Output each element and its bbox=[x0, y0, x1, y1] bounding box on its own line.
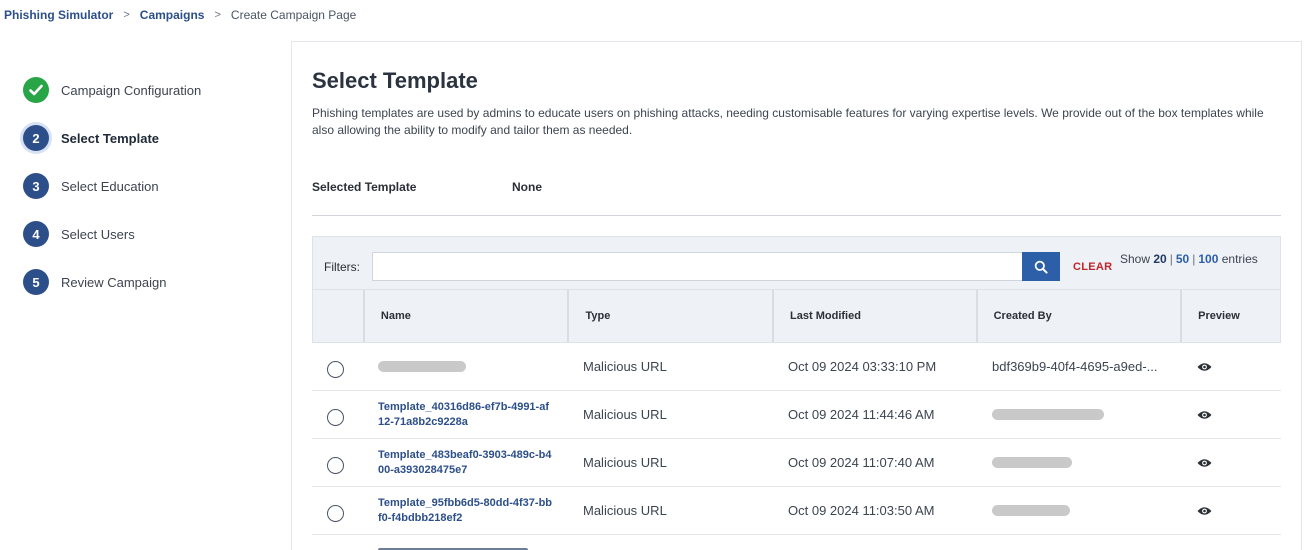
filters-label: Filters: bbox=[324, 260, 360, 274]
template-name-link[interactable]: Template_40316d86-ef7b-4991-af12-71a8b2c… bbox=[378, 400, 553, 430]
step-label: Select Education bbox=[61, 178, 159, 194]
type-cell: Malicious URL bbox=[583, 359, 667, 374]
step-select-education[interactable]: 3 Select Education bbox=[23, 173, 283, 199]
created-by-value: bdf369b9-40f4-4695-a9ed-... bbox=[992, 359, 1158, 374]
type-cell: Malicious URL bbox=[583, 503, 667, 518]
step-number-badge: 4 bbox=[23, 221, 49, 247]
page-size-50[interactable]: 50 bbox=[1176, 252, 1189, 266]
row-select-cell bbox=[312, 343, 362, 390]
table-row[interactable] bbox=[312, 535, 1281, 550]
redacted-created-by bbox=[992, 505, 1070, 516]
select-template-panel: Select Template Phishing templates are u… bbox=[291, 41, 1302, 550]
eye-icon[interactable] bbox=[1197, 362, 1212, 372]
last-modified-cell: Oct 09 2024 11:44:46 AM bbox=[788, 407, 935, 422]
redacted-created-by bbox=[992, 457, 1072, 468]
filter-input[interactable] bbox=[372, 252, 1023, 281]
table-row[interactable]: Template_483beaf0-3903-489c-b400-a393028… bbox=[312, 439, 1281, 487]
clear-filters-button[interactable]: CLEAR bbox=[1073, 261, 1112, 273]
last-modified-cell: Oct 09 2024 11:03:50 AM bbox=[788, 503, 935, 518]
page-size-selector: Show 20 | 50 | 100 entries bbox=[1120, 252, 1258, 266]
template-name-link[interactable]: Template_483beaf0-3903-489c-b400-a393028… bbox=[378, 448, 553, 478]
table-row[interactable]: Template_40316d86-ef7b-4991-af12-71a8b2c… bbox=[312, 391, 1281, 439]
table-row[interactable]: Template_95fbb6d5-80dd-4f37-bbf0-f4bdbb2… bbox=[312, 487, 1281, 535]
step-label: Campaign Configuration bbox=[61, 82, 202, 98]
step-number-badge: 2 bbox=[23, 125, 49, 151]
selected-template-value: None bbox=[512, 180, 542, 194]
templates-table: Name Type Last Modified Created By Previ… bbox=[312, 290, 1281, 550]
breadcrumb-phishing-simulator[interactable]: Phishing Simulator bbox=[4, 8, 113, 22]
name-cell: Template_483beaf0-3903-489c-b400-a393028… bbox=[362, 439, 567, 486]
column-header-select bbox=[313, 290, 363, 342]
table-row[interactable]: Malicious URL Oct 09 2024 03:33:10 PM bd… bbox=[312, 343, 1281, 391]
page-size-separator: | bbox=[1169, 252, 1173, 266]
search-icon bbox=[1034, 260, 1048, 274]
step-number-badge: 5 bbox=[23, 269, 49, 295]
row-select-cell bbox=[312, 535, 362, 550]
page-size-20[interactable]: 20 bbox=[1153, 252, 1166, 266]
step-campaign-configuration[interactable]: Campaign Configuration bbox=[23, 77, 283, 103]
eye-icon[interactable] bbox=[1197, 410, 1212, 420]
preview-cell bbox=[1181, 391, 1281, 438]
row-select-radio[interactable] bbox=[327, 505, 344, 522]
breadcrumb: Phishing Simulator > Campaigns > Create … bbox=[4, 8, 356, 22]
created-by-cell: bdf369b9-40f4-4695-a9ed-... bbox=[976, 343, 1181, 390]
column-header-name[interactable]: Name bbox=[362, 290, 568, 342]
row-select-cell bbox=[312, 439, 362, 486]
row-select-radio[interactable] bbox=[327, 361, 344, 378]
row-select-radio[interactable] bbox=[327, 457, 344, 474]
step-label: Select Template bbox=[61, 130, 160, 146]
last-modified-cell: Oct 09 2024 11:07:40 AM bbox=[788, 455, 935, 470]
type-cell: Malicious URL bbox=[583, 407, 667, 422]
preview-cell bbox=[1181, 487, 1281, 534]
redacted-created-by bbox=[992, 409, 1104, 420]
step-number-badge: 3 bbox=[23, 173, 49, 199]
entries-label: entries bbox=[1221, 252, 1258, 266]
template-name-link[interactable]: Template_95fbb6d5-80dd-4f37-bbf0-f4bdbb2… bbox=[378, 496, 553, 526]
row-select-radio[interactable] bbox=[327, 409, 344, 426]
name-cell bbox=[362, 343, 567, 390]
last-modified-cell: Oct 09 2024 03:33:10 PM bbox=[788, 359, 937, 374]
column-header-last-modified[interactable]: Last Modified bbox=[772, 290, 976, 342]
page-description: Phishing templates are used by admins to… bbox=[312, 106, 1264, 137]
breadcrumb-separator: > bbox=[214, 9, 221, 21]
step-select-template[interactable]: 2 Select Template bbox=[23, 125, 283, 151]
step-label: Select Users bbox=[61, 226, 135, 242]
table-header: Name Type Last Modified Created By Previ… bbox=[312, 290, 1281, 343]
divider bbox=[312, 215, 1281, 216]
breadcrumb-campaigns[interactable]: Campaigns bbox=[140, 8, 205, 22]
redacted-name bbox=[378, 361, 466, 372]
selected-template-label: Selected Template bbox=[312, 180, 417, 194]
name-cell bbox=[362, 535, 567, 550]
preview-cell bbox=[1181, 343, 1281, 390]
page-size-100[interactable]: 100 bbox=[1198, 252, 1218, 266]
show-label: Show bbox=[1120, 252, 1151, 266]
column-header-preview: Preview bbox=[1180, 290, 1280, 342]
name-cell: Template_40316d86-ef7b-4991-af12-71a8b2c… bbox=[362, 391, 567, 438]
column-header-type[interactable]: Type bbox=[567, 290, 772, 342]
eye-icon[interactable] bbox=[1197, 458, 1212, 468]
filter-bar: Filters: CLEAR Show 20 | 50 | 100 entries bbox=[312, 236, 1281, 290]
name-cell: Template_95fbb6d5-80dd-4f37-bbf0-f4bdbb2… bbox=[362, 487, 567, 534]
step-select-users[interactable]: 4 Select Users bbox=[23, 221, 283, 247]
page-title: Select Template bbox=[312, 68, 478, 93]
eye-icon[interactable] bbox=[1197, 506, 1212, 516]
created-by-cell bbox=[976, 391, 1181, 438]
created-by-cell bbox=[976, 487, 1181, 534]
created-by-cell bbox=[976, 439, 1181, 486]
breadcrumb-current-page: Create Campaign Page bbox=[230, 8, 357, 22]
row-select-cell bbox=[312, 487, 362, 534]
preview-cell bbox=[1181, 439, 1281, 486]
step-label: Review Campaign bbox=[61, 274, 167, 290]
row-select-cell bbox=[312, 391, 362, 438]
column-header-created-by[interactable]: Created By bbox=[975, 290, 1181, 342]
type-cell: Malicious URL bbox=[583, 455, 667, 470]
page-size-separator: | bbox=[1192, 252, 1196, 266]
breadcrumb-separator: > bbox=[123, 9, 130, 21]
search-button[interactable] bbox=[1022, 252, 1060, 281]
step-complete-check-icon bbox=[23, 77, 49, 103]
campaign-stepper: Campaign Configuration 2 Select Template… bbox=[23, 77, 283, 317]
step-review-campaign[interactable]: 5 Review Campaign bbox=[23, 269, 283, 295]
